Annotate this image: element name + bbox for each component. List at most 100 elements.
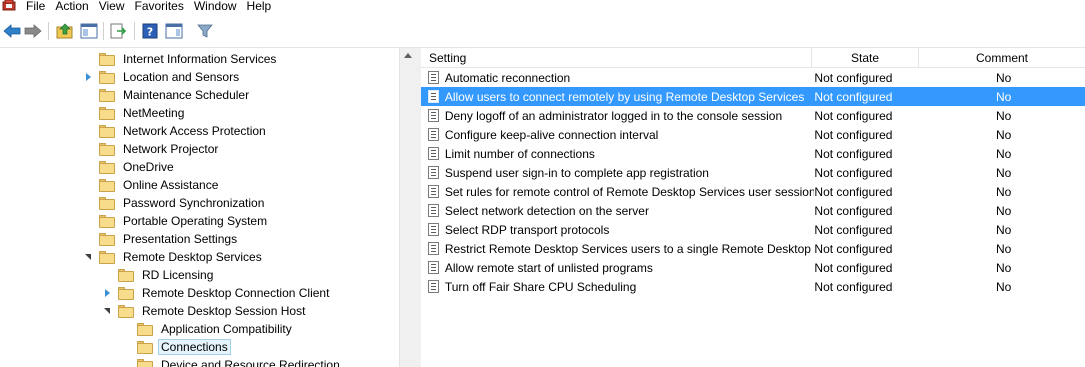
setting-state: Not configured <box>814 203 893 218</box>
up-one-level-icon[interactable] <box>55 21 75 41</box>
column-header-comment[interactable]: Comment <box>919 48 1085 68</box>
policy-setting-icon <box>428 166 439 179</box>
filter-icon[interactable] <box>195 21 215 41</box>
table-row[interactable]: Set rules for remote control of Remote D… <box>421 182 1085 201</box>
app-icon[interactable] <box>2 0 16 11</box>
tree-item[interactable]: NetMeeting <box>84 104 187 122</box>
tree-item[interactable]: Online Assistance <box>84 176 221 194</box>
policy-setting-icon <box>428 242 439 255</box>
setting-comment: No <box>995 89 1012 104</box>
setting-name: Allow remote start of unlisted programs <box>444 260 653 275</box>
tree-item[interactable]: Remote Desktop Connection Client <box>103 284 332 302</box>
tree-item[interactable]: Password Synchronization <box>84 194 267 212</box>
tree-item-label: Network Projector <box>123 142 219 156</box>
table-row[interactable]: Limit number of connections Not configure… <box>421 144 1085 163</box>
forward-icon[interactable] <box>23 21 43 41</box>
settings-list: Setting State Comment Automatic reconnec… <box>421 48 1085 367</box>
toolbar-separator <box>48 22 49 40</box>
menu-favorites[interactable]: Favorites <box>135 0 184 12</box>
tree-item[interactable]: RD Licensing <box>103 266 216 284</box>
policy-setting-icon <box>428 109 439 122</box>
menu-file[interactable]: File <box>26 0 45 12</box>
tree-item[interactable]: Internet Information Services <box>84 50 279 68</box>
policy-setting-icon <box>428 147 439 160</box>
setting-state: Not configured <box>814 146 893 161</box>
help-icon[interactable]: ? <box>140 21 160 41</box>
table-row[interactable]: Turn off Fair Share CPU Scheduling Not co… <box>421 277 1085 296</box>
tree-item[interactable]: Portable Operating System <box>84 212 270 230</box>
back-icon[interactable] <box>2 21 22 41</box>
tree-item[interactable]: OneDrive <box>84 158 177 176</box>
folder-icon <box>118 286 134 300</box>
tree-item-label: Network Access Protection <box>123 124 266 138</box>
toolbar-separator <box>103 22 104 40</box>
tree-item[interactable]: Maintenance Scheduler <box>84 86 252 104</box>
tree-item[interactable]: Location and Sensors <box>84 68 242 86</box>
tree-item-label: Location and Sensors <box>123 70 240 84</box>
folder-icon <box>99 124 115 138</box>
table-row[interactable]: Allow remote start of unlisted programs N… <box>421 258 1085 277</box>
table-row[interactable]: Select network detection on the server No… <box>421 201 1085 220</box>
menu-help[interactable]: Help <box>247 0 272 12</box>
column-header-state[interactable]: State <box>812 48 919 68</box>
table-row[interactable]: Automatic reconnection Not configured No <box>421 68 1085 87</box>
expand-arrow-icon[interactable] <box>103 288 113 298</box>
table-row[interactable]: Restrict Remote Desktop Services users t… <box>421 239 1085 258</box>
table-row[interactable]: Configure keep-alive connection interval… <box>421 125 1085 144</box>
tree-item[interactable]: Application Compatibility <box>122 320 295 338</box>
list-header: Setting State Comment <box>421 48 1085 68</box>
tree-item-label: Online Assistance <box>123 178 219 192</box>
setting-state: Not configured <box>814 127 893 142</box>
setting-name: Suspend user sign-in to complete app reg… <box>444 165 709 180</box>
table-row[interactable]: Suspend user sign-in to complete app reg… <box>421 163 1085 182</box>
tree-item-label: RD Licensing <box>142 268 214 282</box>
folder-icon <box>137 340 153 354</box>
setting-state: Not configured <box>814 165 893 180</box>
scroll-up-icon[interactable] <box>404 53 412 58</box>
expand-arrow-icon[interactable] <box>84 72 94 82</box>
setting-state: Not configured <box>814 279 893 294</box>
tree-item[interactable]: Device and Resource Redirection <box>122 356 343 367</box>
policy-setting-icon <box>428 261 439 274</box>
menu-action[interactable]: Action <box>55 0 88 12</box>
folder-icon <box>99 88 115 102</box>
collapse-arrow-icon[interactable] <box>103 306 113 316</box>
setting-name: Deny logoff of an administrator logged i… <box>444 108 783 123</box>
tree-item[interactable]: Remote Desktop Services <box>84 248 265 266</box>
show-hide-action-pane-icon[interactable] <box>164 21 184 41</box>
folder-icon <box>99 160 115 174</box>
tree-item-label: Internet Information Services <box>123 52 277 66</box>
tree-item[interactable]: Connections <box>122 338 231 356</box>
tree-item-label: Application Compatibility <box>161 322 292 336</box>
tree-item[interactable]: Presentation Settings <box>84 230 240 248</box>
menu-view[interactable]: View <box>99 0 125 12</box>
setting-name: Select RDP transport protocols <box>444 222 610 237</box>
export-list-icon[interactable] <box>108 21 128 41</box>
menu-window[interactable]: Window <box>194 0 237 12</box>
policy-setting-icon <box>428 90 439 103</box>
setting-name: Allow users to connect remotely by using… <box>444 89 805 104</box>
setting-name: Set rules for remote control of Remote D… <box>444 184 815 199</box>
table-row[interactable]: Allow users to connect remotely by using… <box>421 87 1085 106</box>
collapse-arrow-icon[interactable] <box>84 252 94 262</box>
tree-item[interactable]: Network Access Protection <box>84 122 269 140</box>
tree-scrollbar[interactable] <box>399 48 417 367</box>
setting-state: Not configured <box>814 260 893 275</box>
folder-icon <box>137 358 153 367</box>
table-row[interactable]: Select RDP transport protocols Not config… <box>421 220 1085 239</box>
policy-setting-icon <box>428 128 439 141</box>
tree-item[interactable]: Network Projector <box>84 140 221 158</box>
folder-icon <box>99 196 115 210</box>
tree-item[interactable]: Remote Desktop Session Host <box>103 302 308 320</box>
table-row[interactable]: Deny logoff of an administrator logged i… <box>421 106 1085 125</box>
setting-comment: No <box>995 203 1012 218</box>
setting-comment: No <box>995 260 1012 275</box>
column-header-setting[interactable]: Setting <box>421 48 812 68</box>
tree-item-label: Device and Resource Redirection <box>161 358 340 367</box>
show-hide-console-tree-icon[interactable] <box>79 21 99 41</box>
